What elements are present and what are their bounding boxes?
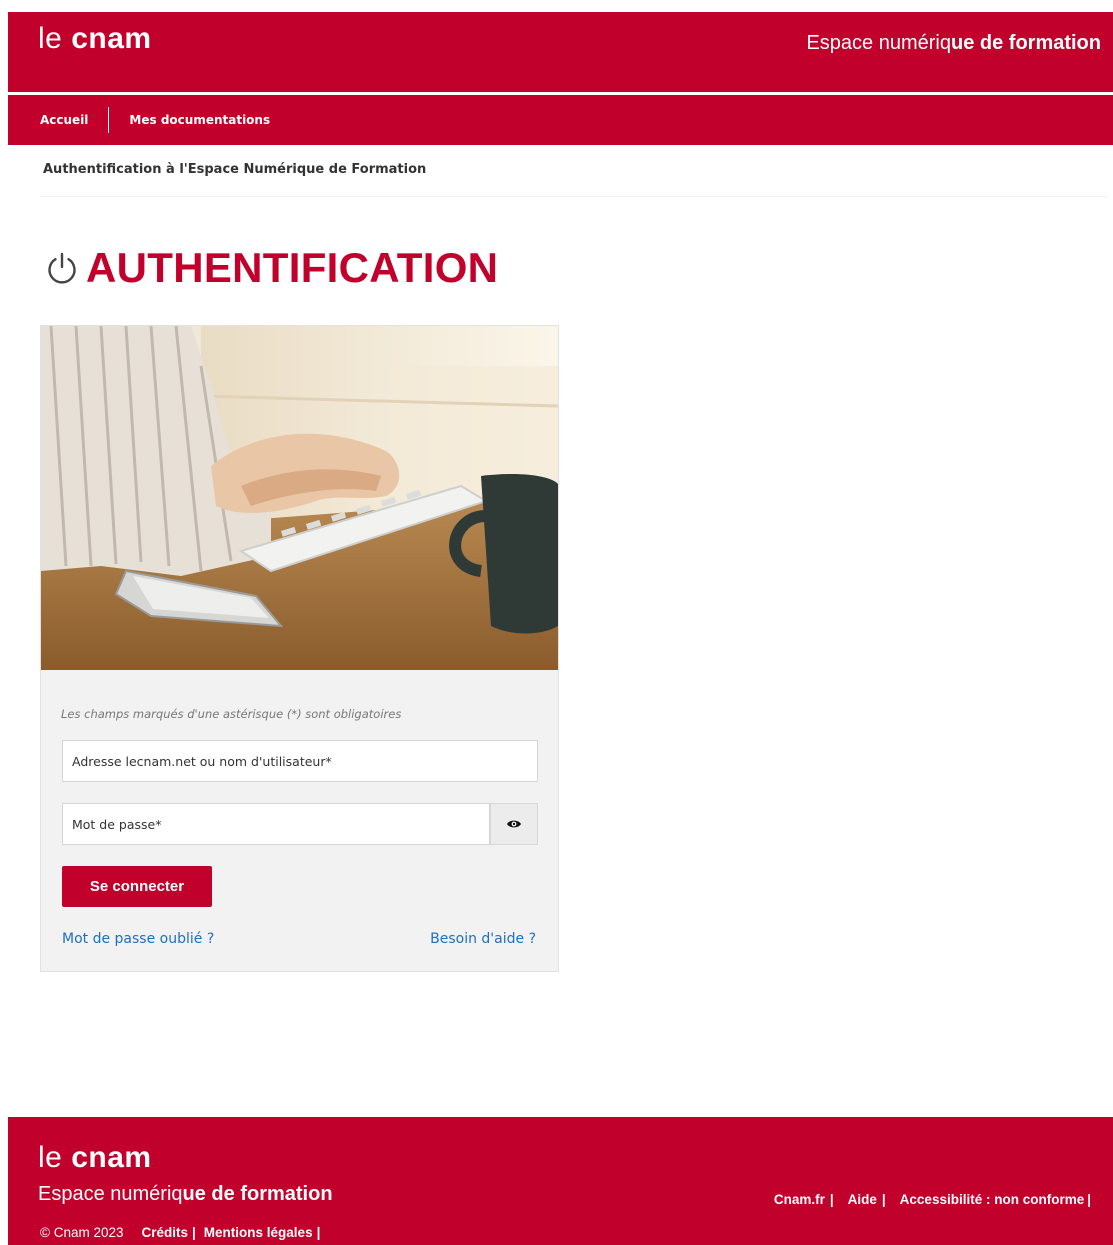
nav-item-mes-documentations[interactable]: Mes documentations [129, 113, 270, 127]
header-tagline-part1: Espace numériq [806, 32, 951, 54]
password-input[interactable] [62, 803, 490, 845]
footer-link-mentions-legales[interactable]: Mentions légales [204, 1225, 313, 1240]
hero-image [41, 326, 558, 670]
footer-link-aide[interactable]: Aide [848, 1192, 877, 1207]
footer-links-right: Cnam.fr | Aide | Accessibilité : non con… [774, 1192, 1091, 1207]
cnam-logo[interactable]: le cnam [38, 22, 152, 56]
footer-link-cnam-fr[interactable]: Cnam.fr [774, 1192, 825, 1207]
logo-cnam-text: cnam [71, 22, 152, 55]
page-title: AUTHENTIFICATION [44, 244, 498, 292]
footer-separator: | [829, 1192, 834, 1207]
footer-cnam-logo[interactable]: le cnam [38, 1141, 152, 1175]
copyright-text: © Cnam 2023 [40, 1225, 124, 1240]
footer-tagline: Espace numérique de formation [38, 1183, 333, 1206]
footer-link-credits[interactable]: Crédits [142, 1225, 189, 1240]
need-help-link[interactable]: Besoin d'aide ? [430, 931, 536, 947]
username-input[interactable] [62, 740, 538, 782]
header-separator [8, 92, 1113, 94]
top-header: le cnam Espace numérique de formation [8, 12, 1113, 92]
nav-item-accueil[interactable]: Accueil [40, 113, 88, 127]
required-fields-note: Les champs marqués d'une astérisque (*) … [61, 707, 402, 721]
header-tagline: Espace numérique de formation [806, 32, 1101, 55]
footer-legal: © Cnam 2023 Crédits | Mentions légales | [40, 1225, 328, 1240]
toggle-password-visibility-button[interactable] [490, 803, 538, 845]
page-title-text: AUTHENTIFICATION [86, 244, 499, 291]
footer: le cnam Espace numérique de formation © … [8, 1117, 1113, 1245]
eye-icon [507, 820, 521, 828]
breadcrumb-divider [40, 196, 1108, 197]
footer-separator: | [1087, 1192, 1091, 1207]
footer-separator: | [316, 1225, 321, 1240]
footer-link-accessibilite[interactable]: Accessibilité : non conforme [900, 1192, 1085, 1207]
header-tagline-part2: ue de formation [950, 32, 1101, 54]
footer-separator: | [881, 1192, 886, 1207]
footer-logo-cnam-text: cnam [71, 1141, 152, 1174]
hero-illustration [41, 326, 558, 670]
footer-tagline-part1: Espace numériq [38, 1183, 183, 1205]
power-icon [48, 252, 76, 284]
footer-separator: | [192, 1225, 196, 1240]
footer-logo-le-text: le [38, 1141, 63, 1174]
login-button[interactable]: Se connecter [62, 866, 212, 907]
nav-divider [108, 107, 110, 133]
main-nav: Accueil Mes documentations [8, 95, 1113, 145]
breadcrumb: Authentification à l'Espace Numérique de… [43, 162, 427, 177]
login-card: Les champs marqués d'une astérisque (*) … [40, 325, 559, 972]
footer-tagline-part2: ue de formation [182, 1183, 333, 1205]
password-field-group [62, 803, 538, 845]
forgot-password-link[interactable]: Mot de passe oublié ? [62, 931, 214, 947]
logo-le-text: le [38, 22, 63, 55]
